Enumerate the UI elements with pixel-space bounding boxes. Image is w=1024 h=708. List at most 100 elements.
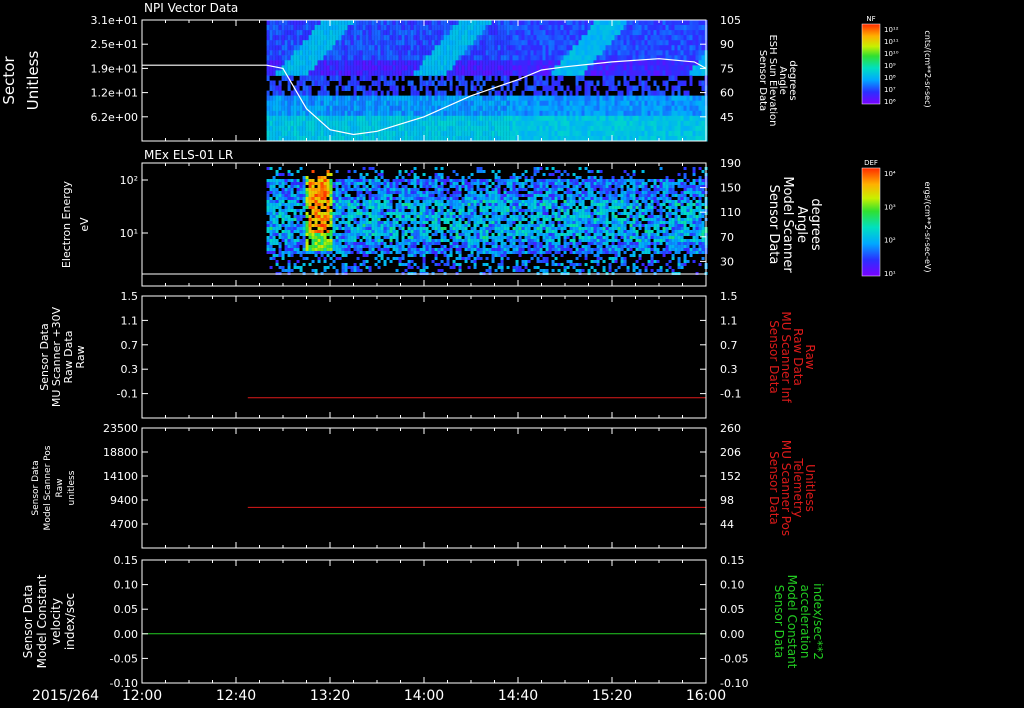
heatmap-cell [440,35,444,41]
heatmap-cell [551,110,555,117]
heatmap-cell [368,230,372,233]
heatmap-cell [473,110,477,117]
heatmap-cell [506,65,510,71]
heatmap-cell [362,233,366,236]
heatmap-cell [353,242,357,245]
heatmap-cell [314,110,318,117]
heatmap-cell [341,25,345,31]
heatmap-cell [341,95,345,102]
heatmap-cell [275,20,279,26]
heatmap-cell [416,176,420,179]
heatmap-cell [323,20,327,26]
heatmap-cell [575,30,579,36]
heatmap-cell [317,179,321,182]
heatmap-cell [287,200,291,203]
heatmap-cell [434,25,438,31]
heatmap-cell [527,45,531,51]
heatmap-cell [587,110,591,117]
heatmap-cell [437,215,441,218]
heatmap-cell [305,215,309,218]
heatmap-cell [563,50,567,56]
heatmap-cell [425,100,429,107]
heatmap-cell [305,110,309,117]
heatmap-cell [407,100,411,107]
heatmap-cell [362,245,366,248]
heatmap-cell [653,90,657,97]
heatmap-cell [473,227,477,230]
heatmap-cell [365,25,369,31]
heatmap-cell [386,70,390,76]
heatmap-cell [536,125,540,132]
heatmap-cell [425,200,429,203]
heatmap-cell [302,45,306,51]
heatmap-cell [305,200,309,203]
heatmap-cell [296,221,300,224]
heatmap-cell [566,95,570,102]
heatmap-cell [575,40,579,46]
heatmap-cell [287,188,291,191]
heatmap-cell [287,95,291,102]
heatmap-cell [371,182,375,185]
heatmap-cell [557,45,561,51]
heatmap-cell [674,95,678,102]
heatmap-cell [347,110,351,117]
heatmap-cell [293,215,297,218]
heatmap-cell [428,224,432,227]
heatmap-cell [314,206,318,209]
heatmap-cell [683,130,687,137]
heatmap-cell [554,30,558,36]
heatmap-cell [347,251,351,254]
heatmap-cell [551,55,555,61]
heatmap-cell [425,55,429,61]
heatmap-cell [371,105,375,112]
heatmap-cell [395,75,399,81]
heatmap-cell [323,70,327,76]
heatmap-cell [548,130,552,137]
heatmap-cell [269,85,273,91]
heatmap-cell [368,200,372,203]
heatmap-cell [413,105,417,112]
heatmap-cell [356,221,360,224]
heatmap-cell [638,95,642,102]
heatmap-cell [347,100,351,107]
heatmap-cell [599,55,603,61]
heatmap-cell [395,182,399,185]
heatmap-cell [365,55,369,61]
heatmap-cell [293,185,297,188]
heatmap-cell [506,85,510,91]
heatmap-cell [323,236,327,239]
heatmap-cell [269,20,273,26]
heatmap-cell [428,90,432,97]
heatmap-cell [500,100,504,107]
heatmap-cell [671,70,675,76]
heatmap-cell [491,65,495,71]
heatmap-cell [329,95,333,102]
heatmap-cell [494,125,498,132]
heatmap-cell [383,245,387,248]
heatmap-cell [479,120,483,127]
heatmap-cell [407,179,411,182]
heatmap-cell [293,248,297,251]
heatmap-cell [467,233,471,236]
heatmap-cell [440,115,444,122]
heatmap-cell [458,233,462,236]
heatmap-cell [281,179,285,182]
heatmap-cell [452,236,456,239]
heatmap-cell [434,254,438,257]
heatmap-cell [638,30,642,36]
heatmap-cell [362,194,366,197]
heatmap-cell [446,70,450,76]
heatmap-cell [380,110,384,117]
heatmap-cell [440,200,444,203]
heatmap-cell [650,105,654,112]
heatmap-cell [311,130,315,137]
heatmap-cell [659,125,663,132]
heatmap-cell [299,20,303,26]
heatmap-cell [608,70,612,76]
heatmap-cell [467,257,471,260]
heatmap-cell [512,45,516,51]
heatmap-cell [497,20,501,26]
heatmap-cell [347,95,351,102]
heatmap-cell [371,25,375,31]
heatmap-cell [359,65,363,71]
